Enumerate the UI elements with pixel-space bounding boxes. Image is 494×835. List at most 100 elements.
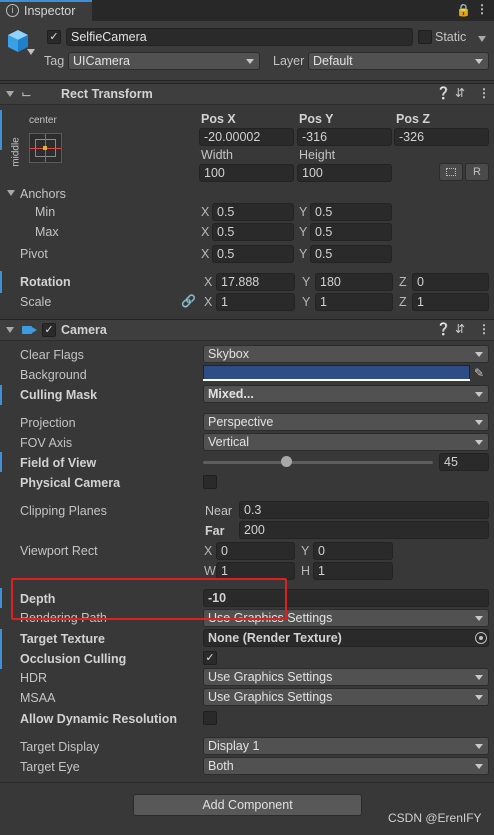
width-field[interactable]: 100 (199, 164, 294, 182)
help-icon[interactable]: ❔ (436, 86, 451, 100)
dynamic-resolution-label: Allow Dynamic Resolution (20, 712, 177, 726)
far-label: Far (205, 524, 225, 538)
viewport-rect-label: Viewport Rect (20, 544, 98, 558)
rot-y-field[interactable]: 180 (315, 273, 393, 291)
constrain-proportions-icon[interactable]: 🔗 (181, 294, 196, 308)
anchor-h-label: center (29, 115, 57, 126)
rot-x-field[interactable]: 17.888 (216, 273, 295, 291)
msaa-dropdown[interactable]: Use Graphics Settings (203, 688, 489, 706)
max-y-field[interactable]: 0.5 (310, 223, 392, 241)
add-component-button[interactable]: Add Component (133, 794, 362, 816)
viewport-w-label: W (204, 564, 216, 578)
chevron-down-icon[interactable] (27, 49, 35, 55)
preset-icon[interactable]: ⇵ (455, 86, 465, 100)
viewport-x-label: X (204, 544, 213, 558)
near-label: Near (205, 504, 233, 518)
gameobject-name-field[interactable]: SelfieCamera (66, 28, 413, 46)
target-texture-field[interactable]: None (Render Texture) (203, 629, 489, 647)
active-checkbox[interactable]: ✓ (47, 30, 61, 44)
viewport-h-field[interactable]: 1 (313, 562, 393, 580)
target-eye-dropdown[interactable]: Both (203, 757, 489, 775)
projection-value: Perspective (208, 415, 274, 429)
static-dropdown-icon[interactable] (478, 36, 486, 42)
tab-inspector[interactable]: i Inspector (0, 0, 92, 21)
culling-mask-dropdown[interactable]: Mixed... (203, 385, 489, 403)
camera-icon (22, 325, 38, 335)
clear-flags-dropdown[interactable]: Skybox (203, 345, 489, 363)
height-label: Height (299, 148, 336, 162)
object-picker-icon[interactable] (475, 632, 487, 644)
pos-x-field[interactable]: -20.00002 (199, 128, 294, 146)
more-menu-icon[interactable]: ⋮ (476, 2, 488, 16)
viewport-h-label: H (301, 564, 311, 578)
highlight-box (11, 578, 287, 620)
physical-camera-checkbox[interactable] (203, 475, 217, 489)
collapse-arrow-icon[interactable] (6, 91, 14, 97)
layer-value: Default (313, 54, 353, 68)
clear-flags-value: Skybox (208, 347, 249, 361)
chevron-down-icon (475, 440, 483, 445)
add-component-label: Add Component (202, 798, 293, 812)
lock-icon[interactable]: 🔒 (456, 3, 471, 17)
raw-edit-button[interactable]: R (465, 163, 489, 181)
rot-y-label: Y (302, 275, 311, 289)
occlusion-culling-checkbox[interactable]: ✓ (203, 651, 217, 665)
anchor-preset-button[interactable] (29, 133, 62, 163)
viewport-y-label: Y (301, 544, 310, 558)
pos-y-label: Pos Y (299, 112, 334, 126)
static-checkbox[interactable] (418, 30, 432, 44)
fov-field[interactable]: 45 (439, 453, 489, 471)
fov-axis-value: Vertical (208, 435, 249, 449)
scale-y-field[interactable]: 1 (315, 293, 393, 311)
width-label: Width (201, 148, 233, 162)
camera-enabled-checkbox[interactable]: ✓ (42, 323, 56, 337)
tag-label: Tag (44, 54, 65, 68)
height-field[interactable]: 100 (297, 164, 392, 182)
rect-transform-icon: ⌙ (21, 86, 32, 101)
anchors-foldout-icon[interactable] (7, 190, 15, 196)
fov-slider-track[interactable] (203, 461, 433, 464)
target-display-dropdown[interactable]: Display 1 (203, 737, 489, 755)
pivot-y-field[interactable]: 0.5 (310, 245, 392, 263)
preset-icon[interactable]: ⇵ (455, 322, 465, 336)
rot-z-field[interactable]: 0 (412, 273, 489, 291)
scale-z-label: Z (399, 295, 407, 309)
help-icon[interactable]: ❔ (436, 322, 451, 336)
clipping-planes-label: Clipping Planes (20, 504, 107, 518)
tag-dropdown[interactable]: UICamera (68, 52, 260, 70)
max-x-field[interactable]: 0.5 (212, 223, 294, 241)
layer-dropdown[interactable]: Default (308, 52, 489, 70)
pos-x-label: Pos X (201, 112, 236, 126)
hdr-dropdown[interactable]: Use Graphics Settings (203, 668, 489, 686)
blueprint-mode-button[interactable] (439, 163, 463, 181)
fov-slider-thumb[interactable] (280, 456, 292, 467)
chevron-down-icon (475, 744, 483, 749)
fov-label: Field of View (20, 456, 97, 470)
projection-dropdown[interactable]: Perspective (203, 413, 489, 431)
scale-z-field[interactable]: 1 (412, 293, 489, 311)
collapse-arrow-icon[interactable] (6, 327, 14, 333)
min-y-field[interactable]: 0.5 (310, 203, 392, 221)
dynamic-resolution-checkbox[interactable] (203, 711, 217, 725)
scale-x-field[interactable]: 1 (216, 293, 295, 311)
pos-y-field[interactable]: -316 (297, 128, 392, 146)
clear-flags-label: Clear Flags (20, 348, 84, 362)
pos-z-field[interactable]: -326 (394, 128, 489, 146)
more-icon[interactable]: ⋮ (478, 86, 490, 100)
dotted-rect-icon (446, 168, 456, 176)
eyedropper-icon[interactable]: ✎ (474, 366, 484, 380)
culling-mask-label: Culling Mask (20, 388, 98, 402)
min-x-field[interactable]: 0.5 (212, 203, 294, 221)
projection-label: Projection (20, 416, 76, 430)
static-label: Static (435, 30, 467, 44)
anchors-label: Anchors (20, 187, 66, 201)
more-icon[interactable]: ⋮ (478, 322, 490, 336)
viewport-x-field[interactable]: 0 (216, 542, 295, 560)
viewport-y-field[interactable]: 0 (313, 542, 393, 560)
pivot-x-field[interactable]: 0.5 (212, 245, 294, 263)
raw-edit-label: R (473, 166, 481, 178)
target-texture-label: Target Texture (20, 632, 105, 646)
fov-axis-dropdown[interactable]: Vertical (203, 433, 489, 451)
near-field[interactable]: 0.3 (239, 501, 489, 519)
far-field[interactable]: 200 (239, 521, 489, 539)
